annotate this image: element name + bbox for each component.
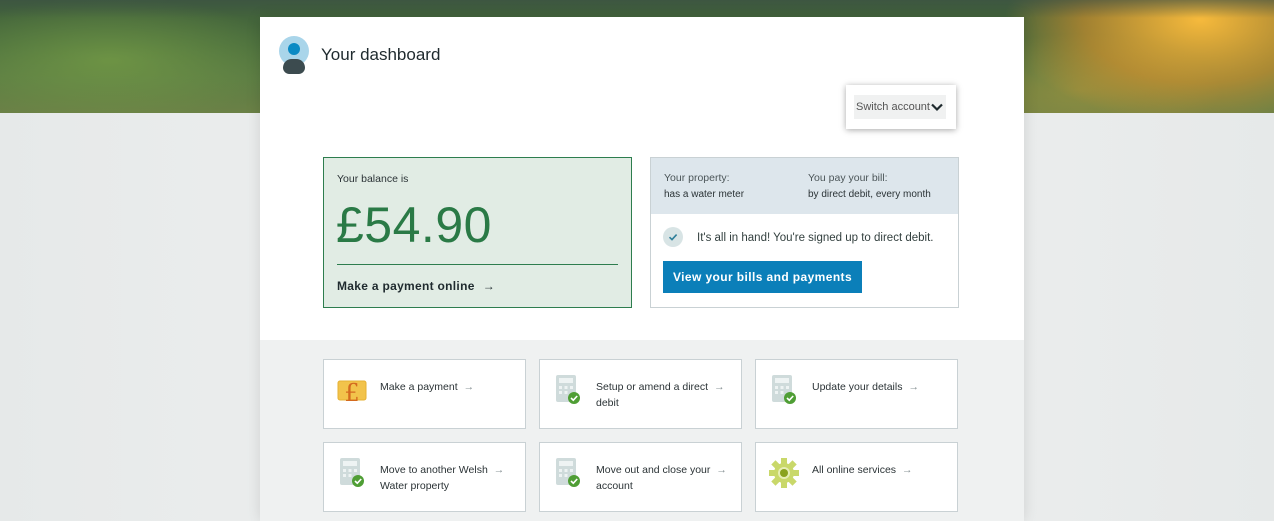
dashboard-header: Your dashboard [278,36,440,74]
switch-account-dropdown[interactable]: Switch account [846,85,956,129]
dashboard-card: Your dashboard Switch account Your balan… [260,17,1024,521]
make-payment-online-label: Make a payment online [337,279,475,293]
check-icon [663,227,683,247]
arrow-right-icon: → [902,464,913,476]
arrow-right-icon: → [716,464,727,476]
move-out-close-account-tile[interactable]: Move out and close your → account [539,442,742,512]
direct-debit-status: It's all in hand! You're signed up to di… [697,232,934,244]
pound-icon: £ [337,379,367,406]
page-title: Your dashboard [321,45,441,64]
avatar-icon [278,36,310,74]
tile-label: All online services → [812,464,913,476]
setup-direct-debit-tile[interactable]: Setup or amend a direct → debit [539,359,742,429]
tile-label: Move out and close your → account [596,464,727,492]
calculator-check-icon [556,458,580,487]
balance-panel: Your balance is £54.90 Make a payment on… [323,157,632,308]
balance-amount: £54.90 [336,197,492,253]
tile-label: Move to another Welsh → Water property [380,464,505,492]
payment-method-label: You pay your bill: [808,172,888,184]
view-bills-button[interactable]: View your bills and payments [663,261,862,293]
gear-icon [769,458,799,488]
property-summary: Your property: has a water meter You pay… [651,158,958,214]
update-details-tile[interactable]: Update your details → [755,359,958,429]
property-type: Your property: has a water meter [664,172,744,200]
chevron-down-icon [931,103,943,112]
make-payment-tile[interactable]: £ Make a payment → [323,359,526,429]
all-online-services-tile[interactable]: All online services → [755,442,958,512]
tile-label: Make a payment → [380,381,475,393]
tile-label: Setup or amend a direct → debit [596,381,725,409]
tile-label: Update your details → [812,381,919,393]
switch-account-label: Switch account [856,101,930,113]
property-type-value: has a water meter [664,189,745,200]
calculator-check-icon [772,375,796,404]
payment-method-value: by direct debit, every month [808,189,931,200]
arrow-right-icon: → [493,464,505,476]
property-type-label: Your property: [664,172,730,184]
arrow-right-icon: → [908,381,919,393]
property-panel: Your property: has a water meter You pay… [650,157,959,308]
move-property-tile[interactable]: Move to another Welsh → Water property [323,442,526,512]
arrow-right-icon: → [463,381,475,393]
divider [337,264,618,265]
balance-label: Your balance is [337,173,409,185]
make-payment-online-link[interactable]: Make a payment online → [337,279,495,293]
svg-text:£: £ [344,379,359,406]
switch-account-button[interactable]: Switch account [854,95,946,119]
arrow-right-icon: → [482,279,495,293]
calculator-check-icon [556,375,580,404]
arrow-right-icon: → [714,381,725,393]
payment-method: You pay your bill: by direct debit, ever… [808,172,931,200]
calculator-check-icon [340,458,364,487]
